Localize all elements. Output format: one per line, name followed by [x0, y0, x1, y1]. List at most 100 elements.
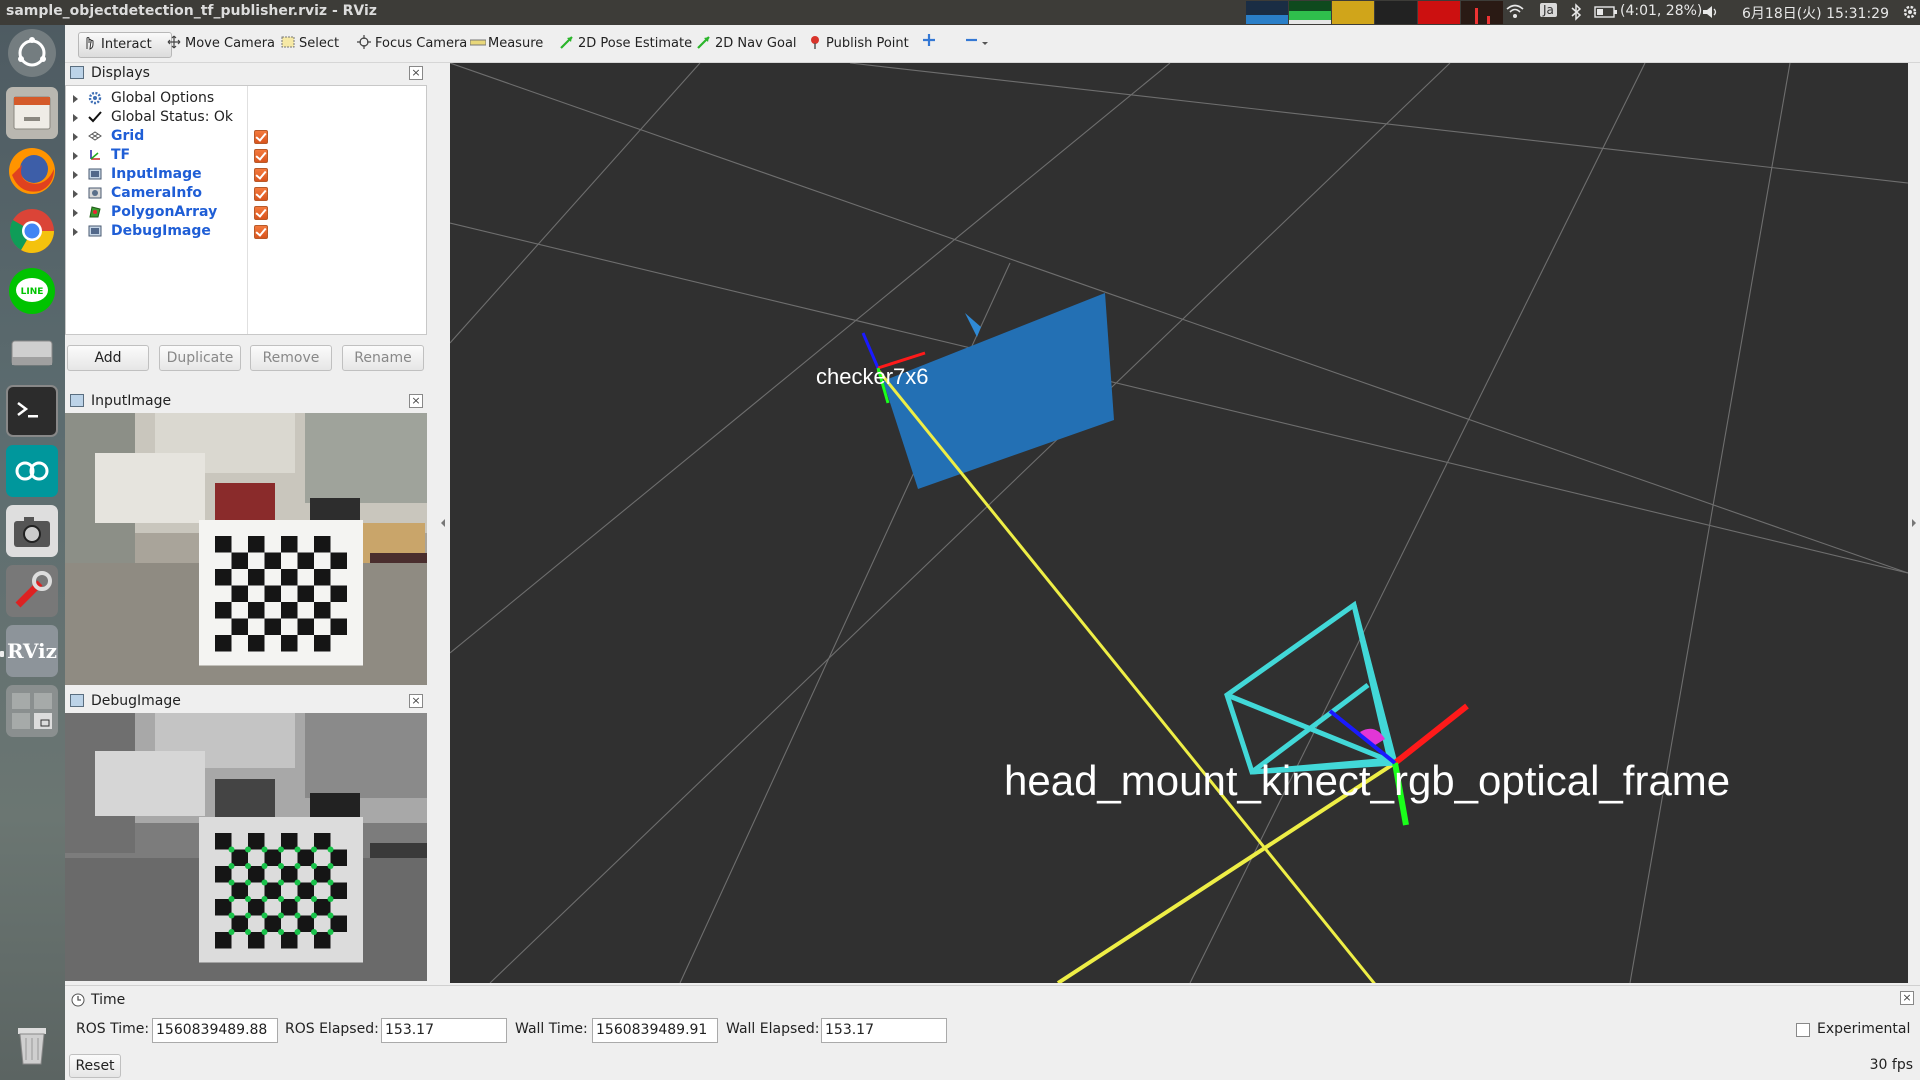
system-settings-icon[interactable] — [6, 565, 58, 617]
duplicate-display-button[interactable]: Duplicate — [159, 345, 241, 371]
displays-panel-title: Displays × — [65, 63, 427, 83]
rename-display-button[interactable]: Rename — [342, 345, 424, 371]
checker-square — [297, 618, 314, 635]
display-item-global-options[interactable]: Global Options — [66, 89, 426, 108]
display-enabled-checkbox[interactable] — [254, 149, 268, 163]
wifi-icon[interactable] — [1506, 3, 1524, 23]
expand-arrow-icon[interactable] — [73, 228, 78, 236]
tool-label: Measure — [488, 36, 544, 51]
input-method-indicator[interactable]: Ja — [1540, 3, 1557, 17]
dash-search-icon[interactable] — [8, 29, 56, 77]
arduino-icon[interactable] — [6, 445, 58, 497]
remove-tool-button[interactable] — [960, 32, 996, 58]
line-app-icon[interactable]: LINE — [6, 265, 58, 317]
checker-square — [248, 899, 265, 916]
detected-corner — [327, 929, 334, 935]
display-enabled-checkbox[interactable] — [254, 225, 268, 239]
display-item-camerainfo[interactable]: CameraInfo — [66, 184, 426, 203]
firefox-icon[interactable] — [6, 145, 58, 197]
wall-time-field[interactable]: 1560839489.91 — [592, 1018, 718, 1043]
checker-square — [314, 866, 331, 883]
display-enabled-checkbox[interactable] — [254, 168, 268, 182]
expand-arrow-icon[interactable] — [73, 114, 78, 122]
expand-arrow-icon[interactable] — [73, 209, 78, 217]
bluetooth-icon[interactable] — [1570, 3, 1582, 25]
detected-corner — [327, 912, 334, 919]
trash-icon[interactable] — [6, 1020, 58, 1072]
clock[interactable]: 6月18日(火) 15:31:29 — [1742, 3, 1889, 23]
display-item-label: CameraInfo — [111, 185, 203, 201]
chrome-icon[interactable] — [6, 205, 58, 257]
add-tool-button[interactable] — [918, 32, 940, 58]
svg-text:RViz: RViz — [7, 639, 57, 663]
add-display-button[interactable]: Add — [67, 345, 149, 371]
display-item-debugimage[interactable]: DebugImage — [66, 222, 426, 241]
expand-arrow-icon[interactable] — [73, 152, 78, 160]
checker-square — [215, 833, 232, 850]
reset-button[interactable]: Reset — [69, 1054, 121, 1078]
display-item-global-status[interactable]: Global Status: Ok — [66, 108, 426, 127]
ros-time-field[interactable]: 1560839489.88 — [152, 1018, 278, 1043]
tool-2d-nav-goal[interactable]: 2D Nav Goal — [693, 32, 801, 58]
input-image-view[interactable] — [65, 413, 427, 685]
close-icon[interactable]: × — [1900, 991, 1914, 1005]
axes-icon — [88, 148, 102, 162]
expand-arrow-icon[interactable] — [73, 190, 78, 198]
display-item-inputimage[interactable]: InputImage — [66, 165, 426, 184]
tool-select[interactable]: Select — [277, 32, 343, 58]
detected-corner — [327, 896, 334, 902]
experimental-checkbox[interactable] — [1796, 1023, 1810, 1037]
disks-icon[interactable] — [6, 325, 58, 377]
display-item-grid[interactable]: Grid — [66, 127, 426, 146]
tool-2d-pose-estimate[interactable]: 2D Pose Estimate — [556, 32, 696, 58]
display-item-tf[interactable]: TF — [66, 146, 426, 165]
display-item-label: DebugImage — [111, 223, 211, 239]
terminal-icon[interactable] — [6, 385, 58, 437]
close-icon[interactable]: × — [409, 694, 423, 708]
checker-square — [231, 618, 248, 635]
screenshot-icon[interactable] — [6, 505, 58, 557]
gear-icon — [88, 91, 102, 105]
detected-corner — [261, 863, 268, 869]
workspace-switcher-icon[interactable] — [6, 685, 58, 737]
ros-elapsed-field[interactable]: 153.17 — [381, 1018, 507, 1043]
close-icon[interactable]: × — [409, 394, 423, 408]
display-item-polygonarray[interactable]: PolygonArray — [66, 203, 426, 222]
display-enabled-checkbox[interactable] — [254, 187, 268, 201]
battery-icon[interactable] — [1594, 5, 1618, 23]
tool-interact[interactable]: Interact — [78, 32, 172, 58]
volume-icon[interactable] — [1702, 5, 1720, 23]
tool-measure[interactable]: Measure — [466, 32, 547, 58]
experimental-label: Experimental — [1817, 1021, 1911, 1037]
tool-publish-point[interactable]: Publish Point — [804, 32, 913, 58]
expand-arrow-icon[interactable] — [73, 95, 78, 103]
wall-elapsed-field[interactable]: 153.17 — [821, 1018, 947, 1043]
tool-label: Publish Point — [826, 36, 909, 51]
debug-camera-image — [65, 713, 427, 981]
remove-display-button[interactable]: Remove — [250, 345, 332, 371]
left-dock-splitter[interactable] — [437, 63, 450, 983]
close-icon[interactable]: × — [409, 66, 423, 80]
checker-square — [281, 635, 298, 652]
debug-image-view[interactable] — [65, 713, 427, 981]
detected-corner — [327, 879, 334, 886]
files-icon[interactable] — [6, 87, 58, 139]
display-item-label: Global Status: Ok — [111, 109, 234, 125]
tool-move-camera[interactable]: Move Camera — [163, 32, 279, 58]
grid-lines — [450, 63, 1908, 983]
tool-focus-camera[interactable]: Focus Camera — [353, 32, 471, 58]
right-dock-splitter[interactable] — [1908, 63, 1920, 983]
polygon-icon — [88, 205, 102, 219]
3d-render-viewport[interactable]: checker7x6 head_mount_kinect_rgb_optical… — [450, 63, 1908, 983]
checker-square — [330, 915, 347, 932]
display-enabled-checkbox[interactable] — [254, 130, 268, 144]
display-enabled-checkbox[interactable] — [254, 206, 268, 220]
detected-corner — [294, 896, 301, 902]
rviz-icon[interactable]: RViz — [6, 625, 58, 677]
session-gear-icon[interactable] — [1902, 4, 1918, 24]
checker-square — [281, 602, 298, 619]
expand-arrow-icon[interactable] — [73, 133, 78, 141]
checker-square — [248, 602, 265, 619]
displays-tree[interactable]: Global Options Global Status: Ok Grid TF… — [65, 85, 427, 335]
expand-arrow-icon[interactable] — [73, 171, 78, 179]
